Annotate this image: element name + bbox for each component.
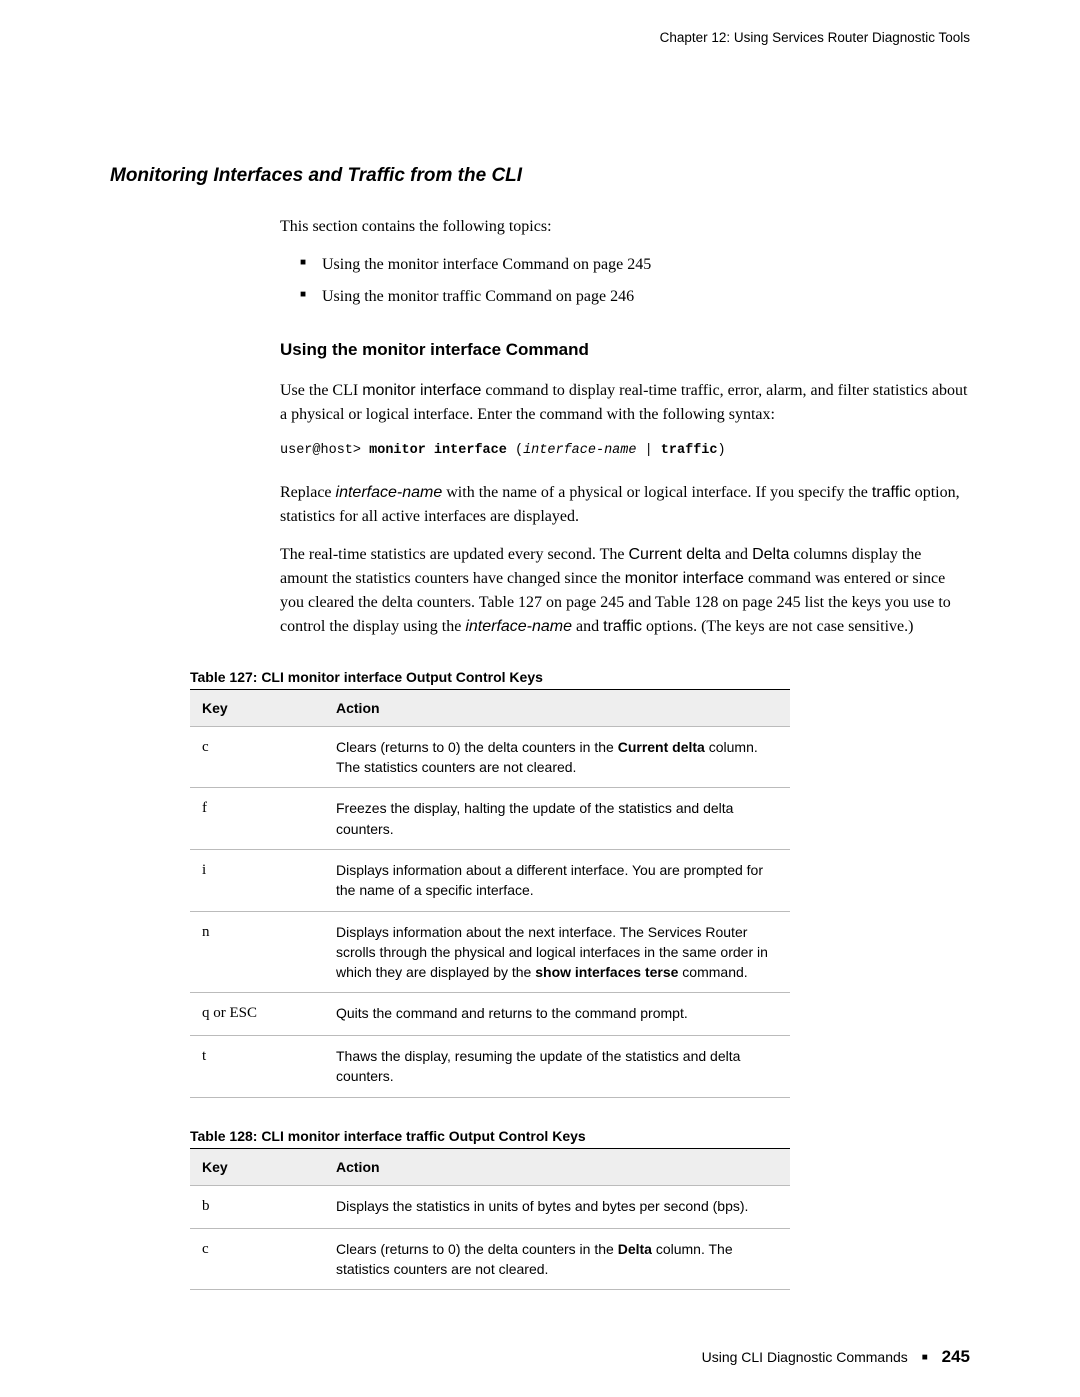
page: Chapter 12: Using Services Router Diagno… bbox=[0, 0, 1080, 1397]
inline-argument: interface-name bbox=[465, 618, 572, 635]
table-row: b Displays the statistics in units of by… bbox=[190, 1185, 790, 1228]
table-row: c Clears (returns to 0) the delta counte… bbox=[190, 726, 790, 788]
table-header-row: Key Action bbox=[190, 1148, 790, 1185]
table-row: q or ESC Quits the command and returns t… bbox=[190, 993, 790, 1036]
cell-key: t bbox=[190, 1036, 324, 1098]
cell-key: b bbox=[190, 1185, 324, 1228]
subsection-heading: Using the monitor interface Command bbox=[280, 337, 970, 363]
inline-term: Current delta bbox=[628, 546, 721, 563]
text: | bbox=[636, 443, 660, 458]
cell-action: Quits the command and returns to the com… bbox=[324, 993, 790, 1036]
inline-command: show interfaces terse bbox=[535, 964, 678, 980]
table-row: n Displays information about the next in… bbox=[190, 911, 790, 993]
command-name: monitor interface bbox=[369, 443, 507, 458]
table-row: c Clears (returns to 0) the delta counte… bbox=[190, 1228, 790, 1290]
text: Replace bbox=[280, 484, 336, 501]
text: ( bbox=[507, 443, 523, 458]
cell-action: Thaws the display, resuming the update o… bbox=[324, 1036, 790, 1098]
cell-action: Clears (returns to 0) the delta counters… bbox=[324, 726, 790, 788]
inline-term: Delta bbox=[618, 1241, 652, 1257]
cell-action: Displays information about a different i… bbox=[324, 849, 790, 911]
text: Clears (returns to 0) the delta counters… bbox=[336, 739, 618, 755]
cell-key: q or ESC bbox=[190, 993, 324, 1036]
cell-key: c bbox=[190, 1228, 324, 1290]
page-number: 245 bbox=[942, 1347, 970, 1366]
column-header-action: Action bbox=[324, 689, 790, 726]
table-row: i Displays information about a different… bbox=[190, 849, 790, 911]
text: and bbox=[721, 546, 752, 563]
column-header-key: Key bbox=[190, 689, 324, 726]
intro-paragraph: This section contains the following topi… bbox=[280, 215, 970, 239]
inline-argument: interface-name bbox=[336, 484, 443, 501]
footer-text: Using CLI Diagnostic Commands bbox=[702, 1349, 908, 1365]
table-127: Key Action c Clears (returns to 0) the d… bbox=[190, 689, 790, 1098]
inline-option: traffic bbox=[603, 618, 642, 635]
section-heading: Monitoring Interfaces and Traffic from t… bbox=[110, 165, 970, 187]
paragraph: Use the CLI monitor interface command to… bbox=[280, 379, 970, 427]
cell-action: Displays information about the next inte… bbox=[324, 911, 790, 993]
topic-list: Using the monitor interface Command on p… bbox=[280, 253, 970, 309]
cell-key: f bbox=[190, 788, 324, 850]
column-header-action: Action bbox=[324, 1148, 790, 1185]
text: Clears (returns to 0) the delta counters… bbox=[336, 1241, 618, 1257]
text: with the name of a physical or logical i… bbox=[442, 484, 872, 501]
body-content: This section contains the following topi… bbox=[280, 215, 970, 639]
cell-action: Clears (returns to 0) the delta counters… bbox=[324, 1228, 790, 1290]
cell-action: Freezes the display, halting the update … bbox=[324, 788, 790, 850]
inline-command: monitor interface bbox=[362, 382, 481, 399]
text: The real-time statistics are updated eve… bbox=[280, 546, 628, 563]
option: traffic bbox=[661, 443, 718, 458]
code-block: user@host> monitor interface (interface-… bbox=[280, 441, 970, 461]
cell-key: n bbox=[190, 911, 324, 993]
paragraph: The real-time statistics are updated eve… bbox=[280, 543, 970, 639]
inline-command: monitor interface bbox=[625, 570, 744, 587]
table-row: t Thaws the display, resuming the update… bbox=[190, 1036, 790, 1098]
list-item: Using the monitor traffic Command on pag… bbox=[300, 285, 970, 309]
running-header: Chapter 12: Using Services Router Diagno… bbox=[110, 30, 970, 45]
square-icon: ■ bbox=[922, 1352, 928, 1363]
prompt: user@host> bbox=[280, 443, 369, 458]
table-128: Key Action b Displays the statistics in … bbox=[190, 1148, 790, 1290]
text: Use the CLI bbox=[280, 382, 362, 399]
table-caption: Table 127: CLI monitor interface Output … bbox=[190, 669, 970, 685]
table-header-row: Key Action bbox=[190, 689, 790, 726]
table-row: f Freezes the display, halting the updat… bbox=[190, 788, 790, 850]
inline-term: Current delta bbox=[618, 739, 705, 755]
inline-option: traffic bbox=[872, 484, 911, 501]
cell-key: c bbox=[190, 726, 324, 788]
paragraph: Replace interface-name with the name of … bbox=[280, 481, 970, 529]
table-caption: Table 128: CLI monitor interface traffic… bbox=[190, 1128, 970, 1144]
text: and bbox=[572, 618, 603, 635]
cell-key: i bbox=[190, 849, 324, 911]
list-item: Using the monitor interface Command on p… bbox=[300, 253, 970, 277]
cell-action: Displays the statistics in units of byte… bbox=[324, 1185, 790, 1228]
argument: interface-name bbox=[523, 443, 636, 458]
page-footer: Using CLI Diagnostic Commands ■ 245 bbox=[702, 1347, 970, 1367]
column-header-key: Key bbox=[190, 1148, 324, 1185]
text: command. bbox=[678, 964, 747, 980]
text: options. (The keys are not case sensitiv… bbox=[642, 618, 913, 635]
text: ) bbox=[718, 443, 726, 458]
inline-term: Delta bbox=[752, 546, 789, 563]
